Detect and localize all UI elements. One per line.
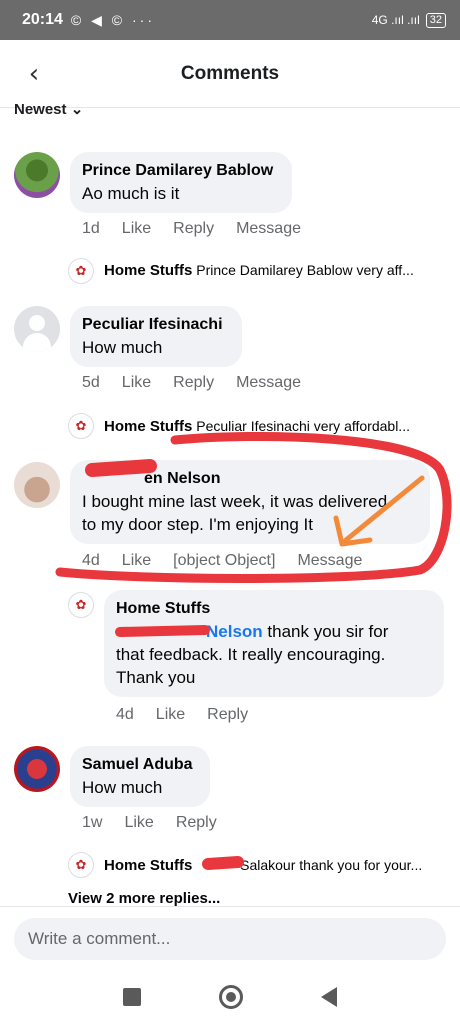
reply-author: Home Stuffs	[104, 418, 193, 435]
reply-preview[interactable]: Home Stuffs Peculiar Ifesinachi very aff…	[104, 418, 410, 435]
reply-preview-text: Peculiar Ifesinachi very affordabl...	[196, 418, 410, 434]
comment-bubble: en Nelson I bought mine last week, it wa…	[70, 460, 430, 544]
reply-actions: 4d Like Reply	[116, 706, 248, 724]
comment-author[interactable]: Samuel Aduba	[82, 754, 198, 776]
comment-actions: 5d Like Reply Message	[82, 374, 301, 392]
comment-time: 4d	[82, 552, 100, 569]
home-icon[interactable]	[219, 985, 243, 1009]
comment-time: 1w	[82, 814, 103, 831]
status-time: 20:14	[22, 11, 63, 28]
reply-button[interactable]: Reply	[207, 706, 248, 724]
reply-bubble: Home Stuffs Nelson thank you sir for tha…	[104, 590, 444, 697]
reply-author: Home Stuffs	[104, 262, 193, 279]
reply-preview[interactable]: Home Stuffs Salakour thank you for your.…	[104, 857, 422, 874]
system-nav-bar	[0, 970, 460, 1024]
comment-text-line: to my door step. I'm enjoying It	[82, 515, 313, 534]
comment-actions: 4d Like [object Object] Message	[82, 552, 362, 570]
avatar[interactable]	[14, 746, 60, 792]
mention-link[interactable]: Nelson	[206, 622, 263, 641]
back-nav-icon[interactable]	[321, 987, 337, 1007]
message-button[interactable]: Message	[236, 374, 301, 392]
reply-author: Home Stuffs	[104, 857, 193, 874]
back-icon[interactable]: ‹	[20, 59, 48, 89]
comment-author[interactable]: Peculiar Ifesinachi	[82, 314, 230, 336]
like-button[interactable]: Like	[124, 814, 153, 832]
reply-author[interactable]: Home Stuffs	[116, 598, 432, 620]
reply-button[interactable]: [object Object]	[173, 552, 275, 570]
comment-text-line: I bought mine last week, it was delivere…	[82, 492, 388, 511]
comment-author[interactable]: en Nelson	[82, 468, 418, 490]
sort-dropdown[interactable]: Newest ⌄	[14, 100, 83, 118]
reply-preview-text: Salakour thank you for your...	[240, 857, 423, 873]
reply-text-line: Thank you	[116, 668, 196, 687]
like-button[interactable]: Like	[156, 706, 185, 724]
signal-icon: 4G .ııl .ııl	[371, 13, 420, 27]
reply-preview-text: Prince Damilarey Bablow very aff...	[196, 262, 414, 278]
avatar[interactable]	[14, 462, 60, 508]
page-title: Comments	[180, 62, 280, 84]
page-avatar-icon[interactable]: ✿	[68, 413, 94, 439]
comment-time: 5d	[82, 374, 100, 391]
comment-text: How much	[82, 338, 163, 357]
app-header: ‹ Comments	[0, 40, 460, 108]
like-button[interactable]: Like	[122, 220, 151, 238]
message-button[interactable]: Message	[297, 552, 362, 570]
comment-actions: 1w Like Reply	[82, 814, 217, 832]
reply-button[interactable]: Reply	[176, 814, 217, 832]
page-avatar-icon[interactable]: ✿	[68, 592, 94, 618]
comment-input[interactable]: Write a comment...	[14, 918, 446, 960]
reply-button[interactable]: Reply	[173, 374, 214, 392]
reply-button[interactable]: Reply	[173, 220, 214, 238]
comment-text: Ao much is it	[82, 184, 180, 203]
page-avatar-icon[interactable]: ✿	[68, 852, 94, 878]
reply-text-line: that feedback. It really encouraging.	[116, 645, 386, 664]
avatar[interactable]	[14, 152, 60, 198]
comment-bubble: Prince Damilarey Bablow Ao much is it	[70, 152, 292, 213]
comment-actions: 1d Like Reply Message	[82, 220, 301, 238]
reply-text: thank you sir for	[262, 622, 389, 641]
comment-author[interactable]: Prince Damilarey Bablow	[82, 160, 280, 182]
default-avatar-icon[interactable]	[14, 306, 60, 352]
page-avatar-icon[interactable]: ✿	[68, 258, 94, 284]
message-button[interactable]: Message	[236, 220, 301, 238]
status-right: 4G .ııl .ııl 32	[371, 12, 446, 28]
recents-icon[interactable]	[123, 988, 141, 1006]
comment-text: How much	[82, 778, 163, 797]
like-button[interactable]: Like	[122, 552, 151, 570]
comment-time: 1d	[82, 220, 100, 237]
status-bar: 20:14 © ◀ © ··· 4G .ııl .ııl 32	[0, 0, 460, 40]
like-button[interactable]: Like	[122, 374, 151, 392]
comment-bubble: Samuel Aduba How much	[70, 746, 210, 807]
notification-icons: © ◀ © ···	[70, 11, 155, 28]
comment-bubble: Peculiar Ifesinachi How much	[70, 306, 242, 367]
view-more-replies-link[interactable]: View 2 more replies...	[68, 890, 220, 907]
reply-time: 4d	[116, 706, 134, 723]
reply-text-line: Nelson thank you sir for	[116, 620, 432, 643]
reply-preview[interactable]: Home Stuffs Prince Damilarey Bablow very…	[104, 262, 414, 279]
battery-icon: 32	[425, 12, 446, 28]
